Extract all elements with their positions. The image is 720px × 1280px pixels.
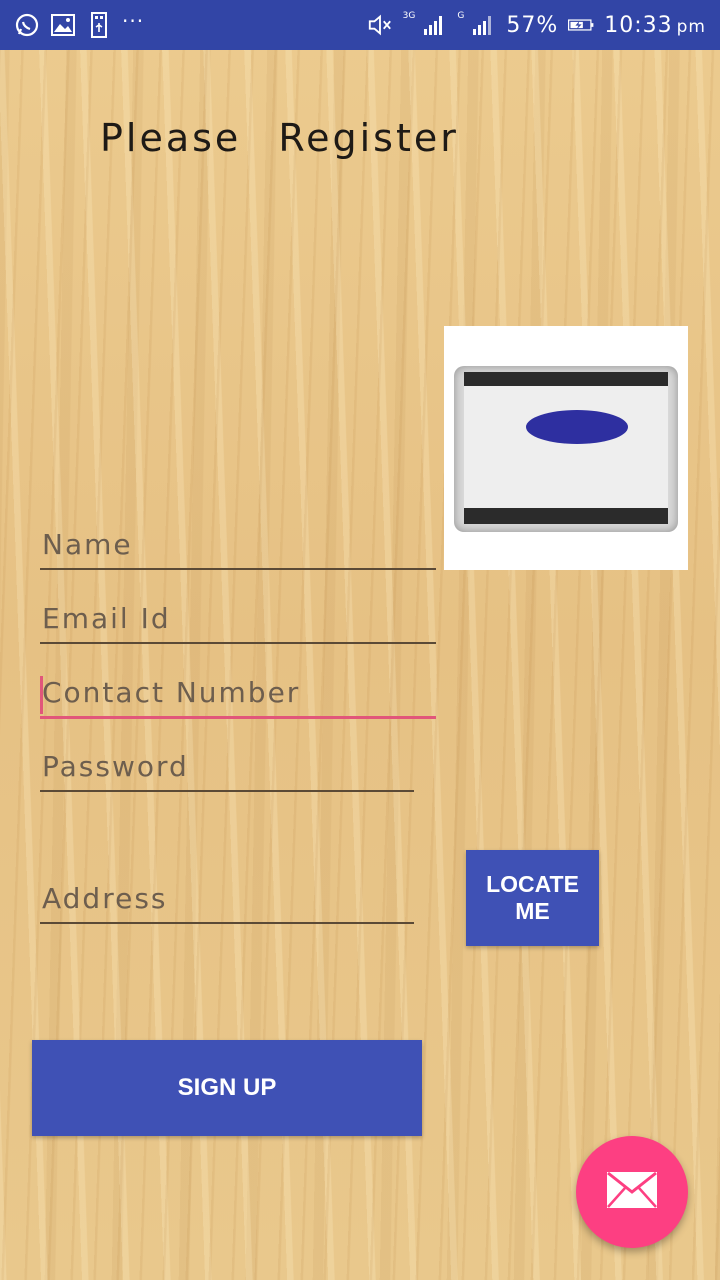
- contact-field-container: [40, 668, 438, 719]
- signal-1-icon: [421, 12, 447, 38]
- photo-doodle: [526, 410, 628, 444]
- time-meridiem: pm: [676, 16, 706, 37]
- email-field-container: [40, 594, 438, 644]
- address-input[interactable]: [40, 874, 416, 922]
- time-value: 10:33: [604, 12, 673, 38]
- notification-overflow-icon: ···: [122, 9, 145, 33]
- mute-icon: [367, 12, 393, 38]
- status-bar-left: ···: [14, 9, 145, 38]
- contact-number-input[interactable]: [40, 668, 438, 716]
- status-bar-right: 3G G 57% 10:33 pm: [367, 11, 706, 38]
- address-field-container: [40, 874, 416, 924]
- network-type-1: 3G: [402, 11, 416, 21]
- text-cursor: [40, 676, 43, 714]
- password-field-container: [40, 742, 416, 792]
- name-field-container: [40, 520, 438, 570]
- network-type-2: G: [457, 11, 465, 21]
- usb-icon: [86, 12, 112, 38]
- status-time: 10:33 pm: [604, 13, 706, 38]
- photo-page: [464, 386, 668, 508]
- battery-charging-icon: [568, 12, 594, 38]
- whatsapp-icon: [14, 12, 40, 38]
- profile-photo[interactable]: [444, 326, 688, 570]
- page-title: Please Register: [100, 116, 459, 160]
- gallery-icon: [50, 12, 76, 38]
- sign-up-button[interactable]: SIGN UP: [32, 1040, 422, 1136]
- fab-mail-button[interactable]: [576, 1136, 688, 1248]
- locate-me-button[interactable]: LOCATE ME: [466, 850, 599, 946]
- mail-icon: [606, 1171, 658, 1213]
- email-input[interactable]: [40, 594, 438, 642]
- status-bar: ··· 3G G 57% 10:33 pm: [0, 0, 720, 50]
- battery-percent: 57%: [506, 12, 559, 38]
- password-input[interactable]: [40, 742, 416, 790]
- name-input[interactable]: [40, 520, 438, 568]
- signal-2-icon: [470, 12, 496, 38]
